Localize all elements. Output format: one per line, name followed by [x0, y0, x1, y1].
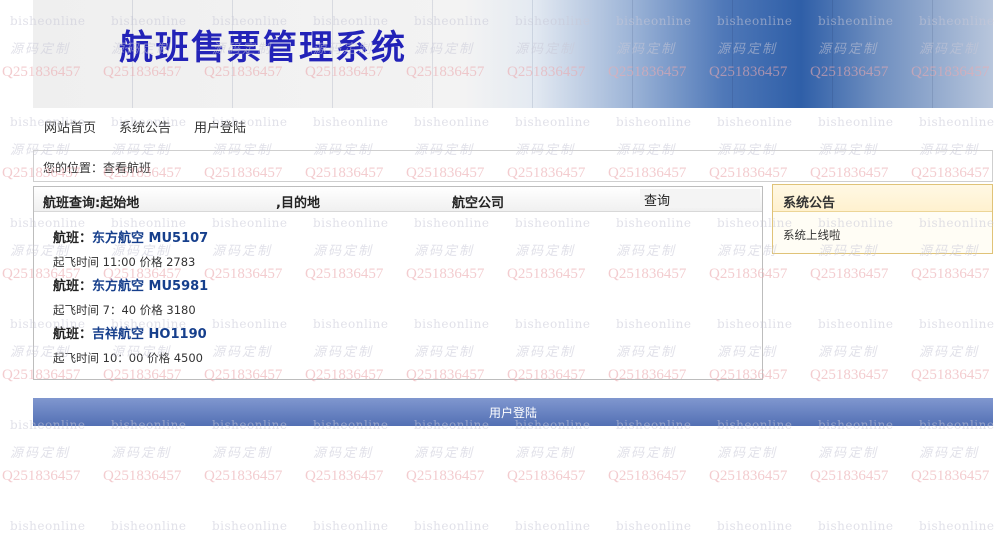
breadcrumb: 您的位置：查看航班 [33, 150, 993, 182]
watermark-site-cell: bisheonline [414, 519, 490, 533]
watermark-slogan-cell: 源码定制 [515, 446, 576, 461]
watermark-site-cell: bisheonline [414, 115, 490, 129]
destination-input[interactable] [326, 190, 450, 208]
header-banner: 航班售票管理系统 [33, 0, 993, 108]
watermark-site-cell: bisheonline [212, 519, 288, 533]
watermark-site-cell: bisheonline [818, 519, 894, 533]
origin-label: 航班查询:起始地 [43, 196, 140, 211]
watermark-site-cell: bisheonline [717, 115, 793, 129]
flight-meta: 起飞时间 7：40 价格 3180 [53, 303, 196, 317]
watermark-site-cell: bisheonline [515, 115, 591, 129]
watermark-site-cell: bisheonline [10, 519, 86, 533]
watermark-site-cell: bisheonline [919, 115, 995, 129]
watermark-qq-cell: Q251836457 [204, 468, 283, 484]
watermark-slogan-cell: 源码定制 [717, 446, 778, 461]
destination-label: ,目的地 [276, 196, 320, 211]
watermark-slogan-cell: 源码定制 [313, 446, 374, 461]
watermark-site-cell: bisheonline [818, 115, 894, 129]
flight-meta: 起飞时间 10：00 价格 4500 [53, 351, 203, 365]
main-nav: 网站首页 系统公告 用户登陆 [33, 118, 258, 140]
flight-link[interactable]: 东方航空 MU5107 [92, 231, 208, 246]
footer-login-link[interactable]: 用户登陆 [489, 404, 537, 421]
flight-item: 航班：东方航空 MU5981 起飞时间 7：40 价格 3180 [53, 275, 208, 323]
flight-prefix: 航班： [53, 327, 93, 342]
watermark-site-cell: bisheonline [313, 519, 389, 533]
watermark-site-cell: bisheonline [919, 317, 995, 331]
watermark-qq: Q251836457 Q251836457 Q251836457 Q251836457… [2, 468, 1004, 485]
watermark-site-cell: bisheonline [515, 519, 591, 533]
watermark-site-cell: bisheonline [818, 317, 894, 331]
watermark-site-cell: bisheonline [919, 519, 995, 533]
watermark-qq-cell: Q251836457 [810, 266, 889, 282]
announcement-header: 系统公告 [773, 185, 992, 212]
watermark-slogan: 源码定制 源码定制 源码定制 源码定制 源码定制 源码定制 源码定制 源码定制 源码定制 源码定制 [10, 442, 1004, 461]
nav-item-announcements[interactable]: 系统公告 [108, 118, 183, 140]
flight-link[interactable]: 吉祥航空 HO1190 [92, 327, 207, 342]
watermark-slogan-cell: 源码定制 [414, 446, 475, 461]
flight-meta: 起飞时间 11:00 价格 2783 [53, 255, 196, 269]
flight-item: 航班：东方航空 MU5107 起飞时间 11:00 价格 2783 [53, 227, 208, 275]
watermark-qq-cell: Q251836457 [507, 468, 586, 484]
watermark-qq-cell: Q251836457 [608, 468, 687, 484]
watermark-slogan-cell: 源码定制 [919, 446, 980, 461]
watermark-qq-cell: Q251836457 [2, 468, 81, 484]
breadcrumb-text: 您的位置：查看航班 [43, 161, 152, 175]
airline-input[interactable] [512, 190, 636, 208]
flight-prefix: 航班： [53, 231, 93, 246]
watermark-site: bisheonline bisheonline bisheonline bisheon… [10, 519, 1004, 533]
site-title: 航班售票管理系统 [119, 28, 407, 68]
watermark-slogan-cell: 源码定制 [919, 345, 980, 360]
watermark-qq-cell: Q251836457 [911, 266, 990, 282]
airline-label: 航空公司 [452, 196, 505, 211]
watermark-site-cell: bisheonline [616, 519, 692, 533]
announcement-item[interactable]: 系统上线啦 [783, 227, 841, 243]
nav-item-home[interactable]: 网站首页 [33, 118, 108, 140]
flight-panel: 航班查询:起始地 ,目的地 航空公司 查询 航班：东方航空 MU5107 起飞时… [33, 186, 763, 380]
watermark-slogan-cell: 源码定制 [10, 446, 71, 461]
watermark-qq-cell: Q251836457 [406, 468, 485, 484]
watermark-slogan-cell: 源码定制 [818, 345, 879, 360]
watermark-qq-cell: Q251836457 [103, 468, 182, 484]
flight-link[interactable]: 东方航空 MU5981 [92, 279, 208, 294]
watermark-slogan-cell: 源码定制 [818, 446, 879, 461]
watermark-site-cell: bisheonline [616, 115, 692, 129]
watermark-qq-cell: Q251836457 [709, 468, 788, 484]
watermark-site-cell: bisheonline [111, 519, 187, 533]
nav-item-login[interactable]: 用户登陆 [183, 118, 258, 140]
origin-input[interactable] [159, 190, 273, 208]
watermark-qq-cell: Q251836457 [911, 468, 990, 484]
watermark-qq-cell: Q251836457 [305, 468, 384, 484]
watermark-qq-cell: Q251836457 [810, 468, 889, 484]
search-button[interactable]: 查询 [640, 189, 760, 209]
announcement-title: 系统公告 [783, 196, 836, 211]
flight-prefix: 航班： [53, 279, 93, 294]
watermark-slogan-cell: 源码定制 [111, 446, 172, 461]
watermark-slogan-cell: 源码定制 [616, 446, 677, 461]
flight-search-bar: 航班查询:起始地 ,目的地 航空公司 查询 [34, 187, 762, 212]
announcement-panel: 系统公告 系统上线啦 [772, 184, 993, 254]
watermark-slogan-cell: 源码定制 [212, 446, 273, 461]
watermark-site-cell: bisheonline [313, 115, 389, 129]
watermark-qq-cell: Q251836457 [911, 367, 990, 383]
footer-bar: 用户登陆 [33, 398, 993, 426]
flight-item: 航班：吉祥航空 HO1190 起飞时间 10：00 价格 4500 [53, 323, 208, 371]
watermark-site-cell: bisheonline [717, 519, 793, 533]
watermark-qq-cell: Q251836457 [810, 367, 889, 383]
flight-list: 航班：东方航空 MU5107 起飞时间 11:00 价格 2783 航班：东方航… [53, 227, 208, 371]
